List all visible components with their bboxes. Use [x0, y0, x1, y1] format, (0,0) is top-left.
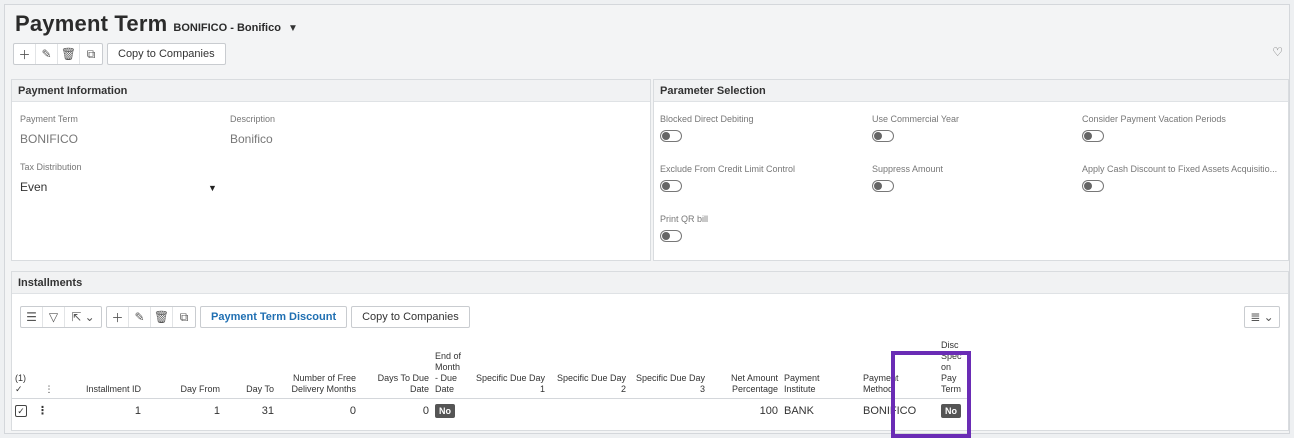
add-icon[interactable]: ＋ — [107, 307, 129, 327]
param-label-exclude-credit-limit: Exclude From Credit Limit Control — [660, 164, 796, 174]
row-checkbox[interactable]: ✓ — [12, 399, 34, 423]
toggle-suppress-amount[interactable] — [872, 180, 894, 192]
col-net-amount-percentage[interactable]: Net Amount Percentage — [708, 338, 781, 399]
export-icon[interactable]: ⇱ ⌄ — [65, 307, 101, 327]
chevron-down-icon[interactable]: ▼ — [208, 183, 217, 193]
toolbar-group: ☰ ▽ ⇱ ⌄ — [20, 306, 102, 328]
cell-free-months: 0 — [349, 404, 356, 417]
toolbar-group: ＋ ✎ 🗑 ⧉ — [13, 43, 103, 65]
add-icon[interactable]: ＋ — [14, 44, 36, 64]
col-day-to[interactable]: Day To — [223, 338, 277, 399]
tax-distribution-label: Tax Distribution — [20, 162, 82, 172]
col-disc-spec[interactable]: Disc Spec on Pay Term — [931, 338, 971, 399]
duplicate-icon[interactable]: ⧉ — [80, 44, 102, 64]
toggle-blocked-direct-debiting[interactable] — [660, 130, 682, 142]
payment-term-discount-button[interactable]: Payment Term Discount — [200, 306, 348, 328]
param-label-use-commercial-year: Use Commercial Year — [872, 114, 960, 124]
col-specific-due-day-3[interactable]: Specific Due Day 3 — [629, 338, 708, 399]
payment-term-value: BONIFICO — [20, 132, 79, 146]
col-end-of-month[interactable]: End of Month - Due Date — [432, 338, 468, 399]
cell-payment-method: BONIFICO — [863, 404, 917, 417]
cell-day-to: 31 — [261, 404, 274, 417]
row-menu-icon[interactable]: ⋮ — [34, 399, 64, 423]
param-label-print-qr-bill: Print QR bill — [660, 214, 709, 224]
row-menu-header[interactable]: ⋮ — [34, 338, 64, 399]
toggle-use-commercial-year[interactable] — [872, 130, 894, 142]
cell-end-of-month: No — [432, 399, 468, 423]
description-label: Description — [230, 114, 276, 124]
chevron-down-icon[interactable]: ▼ — [288, 23, 298, 34]
toolbar-group: ＋ ✎ 🗑 ⧉ — [106, 306, 196, 328]
param-label-blocked-direct-debiting: Blocked Direct Debiting — [660, 114, 754, 124]
toggle-exclude-credit-limit[interactable] — [660, 180, 682, 192]
col-installment-id[interactable]: Installment ID — [64, 338, 144, 399]
cell-net-amount: 100 — [759, 404, 778, 417]
table-row[interactable]: ✓ ⋮ 1 1 31 0 0 No 100 BANK BONIFICO No — [12, 399, 971, 423]
favorite-heart-icon[interactable]: ♡ — [1272, 45, 1283, 59]
tax-distribution-select[interactable]: Even — [20, 180, 47, 194]
param-label-consider-vacation: Consider Payment Vacation Periods — [1082, 114, 1226, 124]
copy-to-companies-button[interactable]: Copy to Companies — [107, 43, 226, 65]
installments-toolbar: ☰ ▽ ⇱ ⌄ ＋ ✎ 🗑 ⧉ Payment Term Discount Co… — [20, 306, 470, 328]
parameter-selection-panel: Parameter Selection Blocked Direct Debit… — [653, 79, 1289, 261]
param-label-suppress-amount: Suppress Amount — [872, 164, 944, 174]
description-value: Bonifico — [230, 132, 273, 146]
col-days-to-due[interactable]: Days To Due Date — [359, 338, 432, 399]
column-settings-group: ≣ ⌄ — [1244, 306, 1280, 328]
col-payment-institute[interactable]: Payment Institute — [781, 338, 851, 399]
select-all-header[interactable]: (1) ✓ — [12, 338, 34, 399]
cell-specific-due-day-3 — [629, 399, 708, 423]
main-toolbar: ＋ ✎ 🗑 ⧉ Copy to Companies — [13, 43, 226, 65]
cell-days-to-due: 0 — [422, 404, 429, 417]
page-title: Payment Term — [15, 11, 168, 36]
edit-icon[interactable]: ✎ — [36, 44, 58, 64]
col-day-from[interactable]: Day From — [144, 338, 223, 399]
table-header-row: (1) ✓ ⋮ Installment ID Day From Day To Nu… — [12, 338, 971, 399]
checkmark-icon[interactable]: ✓ — [15, 404, 27, 417]
edit-icon[interactable]: ✎ — [129, 307, 151, 327]
panel-heading: Payment Information — [12, 80, 650, 102]
col-specific-due-day-1[interactable]: Specific Due Day 1 — [468, 338, 548, 399]
payment-information-panel: Payment Information Payment Term BONIFIC… — [11, 79, 651, 261]
toggle-apply-cash-discount[interactable] — [1082, 180, 1104, 192]
delete-icon[interactable]: 🗑 — [58, 44, 80, 64]
status-badge: No — [941, 403, 961, 418]
cell-specific-due-day-1 — [468, 399, 548, 423]
cell-day-from: 1 — [213, 404, 220, 417]
status-badge: No — [435, 403, 455, 418]
cell-payment-institute: BANK — [784, 404, 814, 417]
cell-specific-due-day-2 — [548, 399, 629, 423]
filter-icon[interactable]: ▽ — [43, 307, 65, 327]
col-payment-method[interactable]: Payment Method — [851, 338, 931, 399]
installments-table: (1) ✓ ⋮ Installment ID Day From Day To Nu… — [12, 338, 971, 423]
list-view-icon[interactable]: ☰ — [21, 307, 43, 327]
duplicate-icon[interactable]: ⧉ — [173, 307, 195, 327]
record-selector[interactable]: BONIFICO - Bonifico — [173, 22, 281, 34]
copy-to-companies-button[interactable]: Copy to Companies — [351, 306, 470, 328]
title-row: Payment Term BONIFICO - Bonifico ▼ — [15, 11, 298, 41]
cell-disc-spec: No — [931, 399, 971, 423]
cell-installment-id: 1 — [134, 404, 141, 417]
payment-term-label: Payment Term — [20, 114, 78, 124]
toggle-print-qr-bill[interactable] — [660, 230, 682, 242]
delete-icon[interactable]: 🗑 — [151, 307, 173, 327]
panel-heading: Parameter Selection — [654, 80, 1288, 102]
page: Payment Term BONIFICO - Bonifico ▼ ＋ ✎ 🗑… — [4, 4, 1290, 434]
toggle-consider-vacation[interactable] — [1082, 130, 1104, 142]
col-specific-due-day-2[interactable]: Specific Due Day 2 — [548, 338, 629, 399]
panel-heading: Installments — [12, 272, 1288, 294]
columns-menu-icon[interactable]: ≣ ⌄ — [1245, 307, 1279, 327]
installments-panel: Installments ☰ ▽ ⇱ ⌄ ＋ ✎ 🗑 ⧉ Payment Ter… — [11, 271, 1289, 431]
param-label-apply-cash-discount: Apply Cash Discount to Fixed Assets Acqu… — [1082, 164, 1278, 174]
col-free-months[interactable]: Number of Free Delivery Months — [277, 338, 359, 399]
